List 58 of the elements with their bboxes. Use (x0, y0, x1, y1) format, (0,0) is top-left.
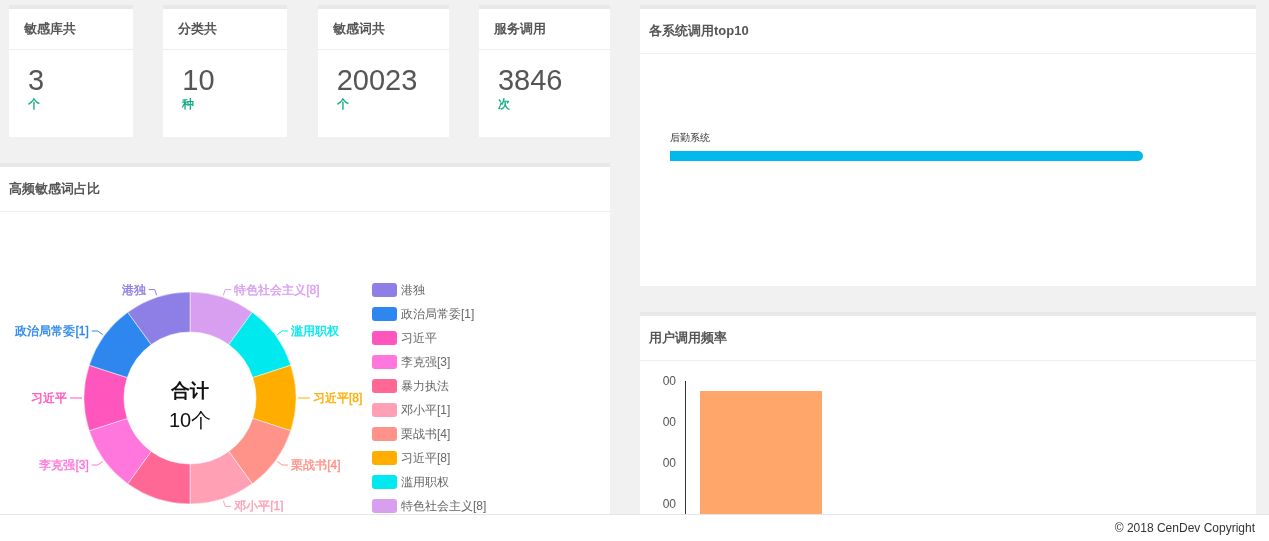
slice-label: 邓小平[1] (234, 499, 284, 512)
legend-label: 栗战书[4] (401, 426, 451, 443)
donut-slice (228, 312, 292, 378)
panel-title: 用户调用频率 (649, 329, 727, 348)
leader-line (297, 397, 311, 399)
leader-line (276, 461, 289, 466)
donut-slice (228, 418, 292, 484)
stat-unit: 种 (182, 96, 196, 112)
stat-value: 3846 (498, 64, 564, 96)
stat-title: 敏感库共 (24, 20, 76, 39)
slice-label: 港独 (121, 282, 146, 297)
stat-title: 分类共 (178, 20, 218, 39)
leader-line (148, 289, 158, 296)
stat-unit: 个 (28, 96, 41, 112)
leader-line (222, 289, 232, 296)
legend-label: 习近平 (401, 330, 437, 347)
stat-unit: 个 (336, 96, 350, 112)
leader-line (222, 500, 232, 507)
slice-label: 政治局常委[1] (15, 324, 89, 338)
stat-value: 3 (28, 64, 46, 96)
legend-label: 李克强[3] (401, 354, 451, 371)
donut-center-value: 10个 (168, 409, 212, 431)
stat-value: 20023 (336, 64, 419, 96)
tick-label: 00 (662, 456, 676, 470)
footer-copyright: © 2018 CenDev Copyright (1114, 520, 1255, 537)
legend-label: 特色社会主义[8] (401, 498, 487, 514)
slice-label: 李克强[3] (39, 458, 89, 472)
slice-label: 特色社会主义[8] (234, 282, 320, 297)
legend-label: 港独 (401, 282, 425, 299)
panel-title: 高频敏感词占比 (9, 180, 100, 199)
slice-label: 栗战书[4] (291, 458, 341, 472)
slice-label: 习近平 (31, 391, 67, 405)
tick-label: 00 (662, 497, 676, 511)
leader-line (69, 397, 83, 399)
panel-title: 各系统调用top10 (649, 22, 749, 41)
legend-label: 邓小平[1] (401, 402, 451, 419)
stat-title: 服务调用 (494, 20, 546, 39)
stat-value: 10 (182, 64, 216, 96)
donut-slice (88, 312, 152, 378)
donut-slice (88, 418, 152, 484)
tick-label: 00 (662, 374, 676, 388)
legend-label: 政治局常委[1] (401, 306, 475, 323)
legend-label: 习近平[8] (401, 450, 451, 467)
tick-label: 00 (662, 415, 676, 429)
leader-line (91, 461, 104, 466)
stat-title: 敏感词共 (332, 20, 385, 39)
donut-slice (83, 365, 128, 431)
stat-unit: 次 (498, 96, 511, 112)
legend-label: 滥用职权 (401, 474, 449, 491)
slice-label: 习近平[8] (313, 391, 363, 405)
leader-line (276, 330, 289, 335)
slice-label: 滥用职权 (291, 324, 340, 338)
donut-slice (127, 451, 191, 505)
leader-line (91, 330, 104, 335)
donut-slice (252, 365, 297, 431)
legend-label: 暴力执法 (401, 378, 449, 395)
bar-label: 后勤系统 (670, 131, 711, 145)
donut-center-title: 合计 (171, 380, 209, 401)
